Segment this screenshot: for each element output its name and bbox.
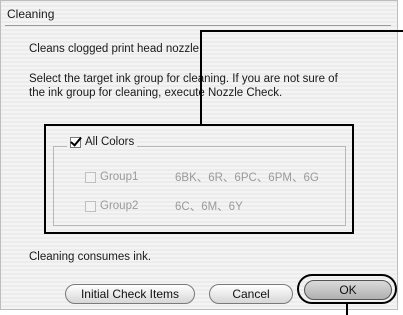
ok-callout-leader xyxy=(346,302,348,315)
ok-button-callout xyxy=(297,274,397,304)
dialog-description: Cleans clogged print head nozzle. xyxy=(29,43,203,55)
initial-check-items-button[interactable]: Initial Check Items xyxy=(65,284,195,304)
callout-leader-vertical xyxy=(200,30,202,126)
title-divider xyxy=(5,25,391,26)
cancel-button[interactable]: Cancel xyxy=(209,284,293,304)
ink-consumption-note: Cleaning consumes ink. xyxy=(29,251,152,263)
instruction-line-1: Select the target ink group for cleaning… xyxy=(29,73,338,85)
ink-group-callout-box xyxy=(44,124,354,234)
dialog-title: Cleaning xyxy=(7,7,55,21)
callout-leader-horizontal xyxy=(200,30,403,32)
instruction-line-2: the ink group for cleaning, execute Nozz… xyxy=(29,87,283,99)
